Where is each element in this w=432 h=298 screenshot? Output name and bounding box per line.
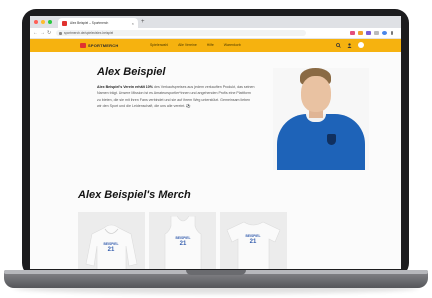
logo-icon [80,43,86,48]
reload-button[interactable]: ↻ [47,29,51,37]
player-intro: Alex Beispiel's Verein erhält 10% des Ve… [97,84,255,109]
nav-item[interactable]: Warenkorb [224,43,241,47]
logo-text: SPORTMERCH [88,43,119,48]
favicon-icon [62,20,67,26]
product-card-tank-top[interactable]: BEISPIEL 21 [149,212,216,269]
site-logo[interactable]: SPORTMERCH [80,43,118,48]
extension-icon[interactable] [350,31,355,35]
extension-icon[interactable] [374,31,379,35]
forward-button[interactable]: → [40,29,45,37]
minimize-window-button[interactable] [41,20,45,24]
menu-kebab-icon[interactable] [391,31,393,35]
product-print-number: 21 [249,239,257,245]
tab-title: Alex Beispiel – Sportmerch [70,21,109,25]
nav-item[interactable]: Hilfe [207,43,214,47]
browser-toolbar: ← → ↻ sportmerch.de/spieler/alex-beispie… [30,28,401,39]
product-print-text: BEISPIEL [175,236,191,240]
player-face [301,76,331,112]
user-icon[interactable] [347,43,352,48]
tab-close-icon[interactable]: × [132,21,134,26]
back-button[interactable]: ← [33,29,38,37]
product-card-t-shirt[interactable]: BEISPIEL 21 [220,212,287,269]
player-jersey [277,114,365,170]
extension-icon[interactable] [366,31,371,35]
merch-section-title: Alex Beispiel's Merch [78,189,191,201]
product-print-number: 21 [179,241,187,247]
address-bar[interactable]: sportmerch.de/spieler/alex-beispiel [56,30,306,36]
cart-icon[interactable] [358,42,364,48]
product-print-text: BEISPIEL [245,234,261,238]
nav-item[interactable]: Alle Vereine [178,43,197,47]
browser-tab-bar: Alex Beispiel – Sportmerch × + [30,16,401,28]
laptop-notch [186,270,246,275]
new-tab-button[interactable]: + [141,19,145,25]
browser-tab[interactable]: Alex Beispiel – Sportmerch × [58,18,138,28]
page-title: Alex Beispiel [97,66,166,78]
profile-avatar[interactable] [382,31,387,35]
club-crest [327,134,336,145]
window-controls [34,20,52,24]
maximize-window-button[interactable] [48,20,52,24]
main-navigation: Spielerwahl Alle Vereine Hilfe Warenkorb [150,43,241,47]
nav-item[interactable]: Spielerwahl [150,43,168,47]
product-print-text: BEISPIEL [103,242,119,246]
url-text: sportmerch.de/spieler/alex-beispiel [64,31,114,35]
extension-icon[interactable] [358,31,363,35]
search-icon[interactable] [336,43,341,48]
lock-icon [59,31,62,35]
laptop-screen: Alex Beispiel – Sportmerch × + ← → ↻ spo… [30,16,401,269]
product-print-number: 21 [107,247,115,253]
intro-highlight: Alex Beispiel's Verein erhält 10% [97,85,153,89]
close-window-button[interactable] [34,20,38,24]
product-card-hoodie[interactable]: BEISPIEL 21 [78,212,145,269]
site-header: SPORTMERCH Spielerwahl Alle Vereine Hilf… [30,39,401,52]
